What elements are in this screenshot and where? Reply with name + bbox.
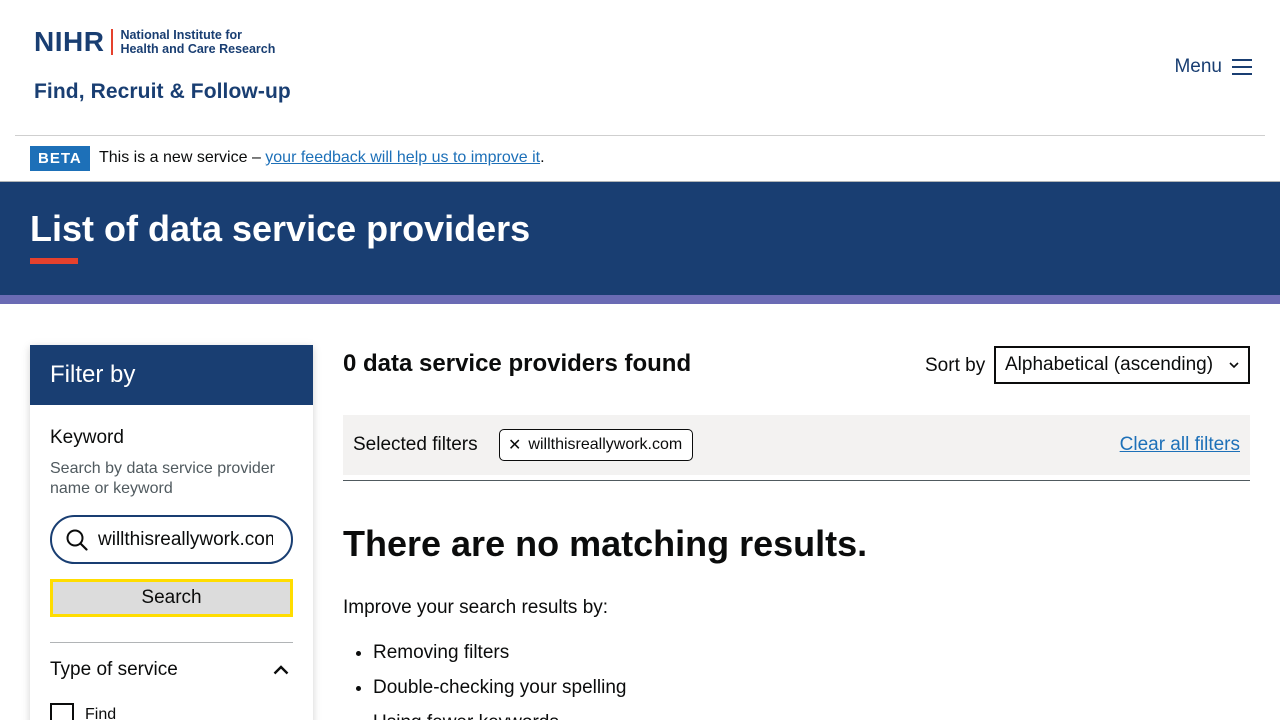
nihr-logo[interactable]: NIHR National Institute for Health and C… xyxy=(34,26,275,57)
title-accent xyxy=(30,258,78,264)
type-of-service-label: Type of service xyxy=(50,659,178,680)
clear-all-filters-link[interactable]: Clear all filters xyxy=(1120,434,1240,456)
option-label: Find xyxy=(85,706,117,720)
type-of-service-toggle[interactable]: Type of service xyxy=(50,659,293,681)
logo-line1: National Institute for xyxy=(120,28,242,42)
banner-strip xyxy=(0,295,1280,304)
filter-heading: Filter by xyxy=(30,345,313,405)
find-checkbox[interactable] xyxy=(50,703,74,720)
logo-text: National Institute for Health and Care R… xyxy=(120,28,275,56)
keyword-hint: Search by data service provider name or … xyxy=(50,460,275,497)
site-header: NIHR National Institute for Health and C… xyxy=(0,0,1280,136)
beta-suffix: . xyxy=(540,149,545,166)
tip-item: Removing filters xyxy=(373,641,626,664)
menu-label: Menu xyxy=(1174,56,1222,77)
results-divider xyxy=(343,480,1250,481)
chip-label: willthisreallywork.com xyxy=(528,436,683,453)
sort-label: Sort by xyxy=(925,355,986,376)
selected-filters-label: Selected filters xyxy=(353,434,478,455)
search-button[interactable]: Search xyxy=(50,579,293,617)
page-banner: List of data service providers xyxy=(0,182,1280,295)
logo-mark: NIHR xyxy=(34,26,105,57)
filter-chip[interactable]: ✕ willthisreallywork.com xyxy=(499,429,694,461)
beta-banner: BETA This is a new service – your feedba… xyxy=(0,136,1280,182)
tip-item: Using fewer keywords xyxy=(373,711,626,720)
chevron-up-icon xyxy=(273,665,289,675)
sort-select[interactable]: Alphabetical (ascending) xyxy=(994,346,1250,384)
tips-list: Removing filters Double-checking your sp… xyxy=(373,641,626,720)
filter-divider xyxy=(50,642,293,643)
logo-line2: Health and Care Research xyxy=(120,42,276,56)
page-title: List of data service providers xyxy=(30,208,531,249)
keyword-search-field[interactable] xyxy=(50,515,293,564)
beta-text: This is a new service – your feedback wi… xyxy=(99,149,545,167)
tip-item: Double-checking your spelling xyxy=(373,676,626,699)
option-find[interactable]: Find xyxy=(50,703,293,720)
results-count: 0 data service providers found xyxy=(343,350,692,377)
logo-divider xyxy=(111,29,114,55)
hamburger-icon xyxy=(1232,59,1252,75)
feedback-link[interactable]: your feedback will help us to improve it xyxy=(265,149,540,166)
keyword-label: Keyword xyxy=(50,427,124,448)
keyword-input[interactable] xyxy=(98,528,273,551)
close-icon: ✕ xyxy=(508,437,522,454)
menu-button[interactable]: Menu xyxy=(1174,56,1252,78)
service-name[interactable]: Find, Recruit & Follow-up xyxy=(34,80,291,104)
improve-text: Improve your search results by: xyxy=(343,597,609,618)
no-results-heading: There are no matching results. xyxy=(343,523,868,564)
selected-filters-bar: Selected filters ✕ willthisreallywork.co… xyxy=(343,415,1250,475)
filter-body: Keyword Search by data service provider … xyxy=(30,405,313,720)
chevron-down-icon xyxy=(1229,362,1239,369)
sort-selected-value: Alphabetical (ascending) xyxy=(1005,354,1214,375)
search-icon xyxy=(66,529,88,551)
filter-panel: Filter by Keyword Search by data service… xyxy=(30,345,313,720)
beta-message: This is a new service – xyxy=(99,149,266,166)
beta-tag: BETA xyxy=(30,146,90,171)
